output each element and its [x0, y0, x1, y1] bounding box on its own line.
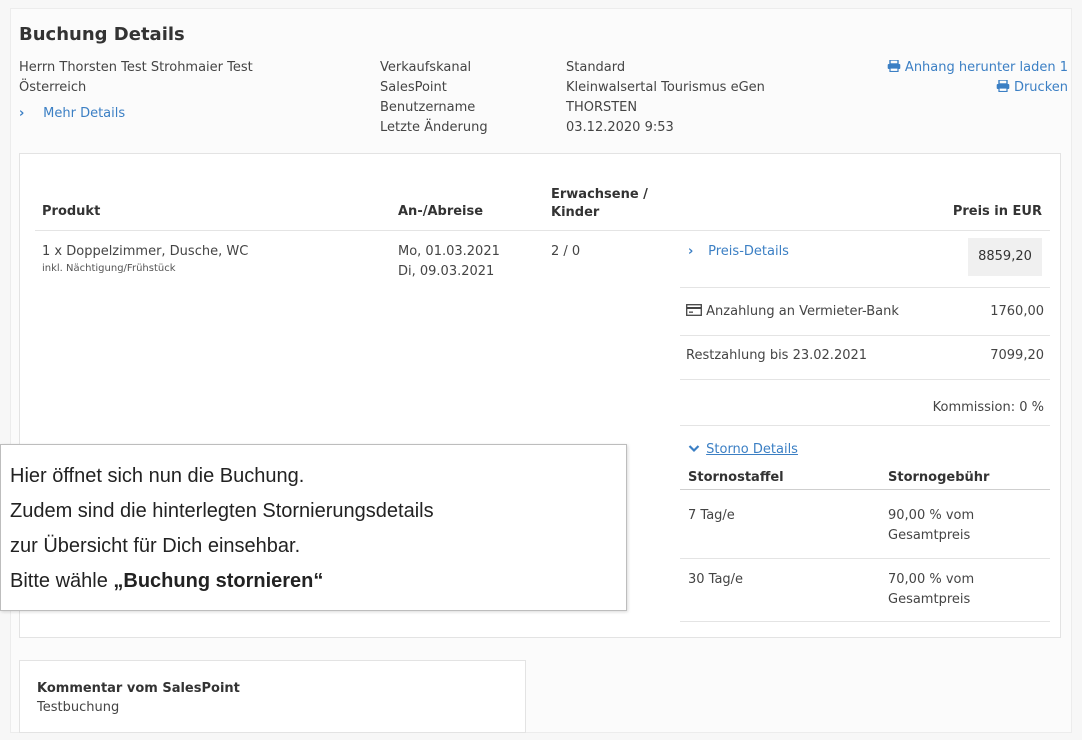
guests-cell: 2 / 0	[551, 244, 581, 259]
callout-line-4: Bitte wähle „Buchung stornieren“	[10, 570, 323, 593]
product-cell: 1 x Doppelzimmer, Dusche, WC inkl. Nächt…	[42, 244, 248, 274]
customer-name: Herrn Thorsten Test Strohmaier Test	[19, 60, 253, 75]
total-price: 8859,20	[968, 238, 1042, 276]
comment-title: Kommentar vom SalesPoint	[37, 681, 240, 696]
printer-icon	[887, 59, 901, 73]
storno-row-fee: 70,00 % vom Gesamtpreis	[888, 570, 974, 610]
departure-date: Di, 09.03.2021	[398, 264, 495, 279]
chevron-down-icon	[688, 445, 700, 453]
callout-line-2: Zudem sind die hinterlegten Stornierungs…	[10, 500, 434, 522]
print-link[interactable]: Drucken	[996, 78, 1068, 98]
col-header-guests: Erwachsene / Kinder	[551, 186, 648, 222]
comment-text: Testbuchung	[37, 700, 120, 715]
commission: Kommission: 0 %	[932, 400, 1044, 415]
comment-box: Kommentar vom SalesPoint Testbuchung	[19, 660, 526, 733]
deposit-row: Anzahlung an Vermieter-Bank	[686, 302, 899, 322]
divider	[680, 335, 1050, 336]
meta-values: Standard Kleinwalsertal Tourismus eGen T…	[566, 58, 765, 138]
download-attachment-link[interactable]: Anhang herunter laden 1	[887, 58, 1068, 78]
callout-line-3: zur Übersicht für Dich einsehbar.	[10, 535, 301, 557]
deposit-label: Anzahlung an Vermieter-Bank	[706, 304, 899, 319]
storno-col-header-stage: Stornostaffel	[688, 470, 784, 485]
meta-label-channel: Verkaufskanal	[380, 60, 472, 75]
header-divider	[35, 230, 1050, 231]
meta-label-last-change: Letzte Änderung	[380, 120, 488, 135]
download-label: Anhang herunter laden 1	[904, 60, 1068, 75]
rest-payment-value: 7099,20	[990, 348, 1044, 363]
chevron-right-icon: ›	[19, 106, 25, 121]
callout-line-4-bold: „Buchung stornieren“	[113, 570, 324, 592]
printer-icon	[996, 79, 1010, 93]
divider	[680, 379, 1050, 380]
meta-value-salespoint: Kleinwalsertal Tourismus eGen	[566, 80, 765, 95]
customer-country: Österreich	[19, 80, 87, 95]
storno-row-fee: 90,00 % vom Gesamtpreis	[888, 506, 974, 546]
meta-label-username: Benutzername	[380, 100, 476, 115]
price-details-link[interactable]: › Preis-Details	[688, 242, 789, 262]
callout-line-4-prefix: Bitte wähle	[10, 570, 114, 592]
col-header-product: Produkt	[42, 204, 101, 219]
storno-details-label: Storno Details	[706, 442, 798, 457]
dates-cell: Mo, 01.03.2021 Di, 09.03.2021	[398, 242, 500, 282]
divider	[680, 558, 1050, 559]
credit-card-icon	[686, 304, 702, 316]
print-label: Drucken	[1013, 80, 1068, 95]
callout-line-1: Hier öffnet sich nun die Buchung.	[10, 465, 305, 487]
customer-info: Herrn Thorsten Test Strohmaier Test Öste…	[19, 58, 253, 98]
col-header-guests-line2: Kinder	[551, 205, 600, 220]
chevron-right-icon: ›	[688, 244, 694, 259]
more-details-label: Mehr Details	[43, 106, 126, 121]
storno-fee-line2: Gesamtpreis	[888, 592, 971, 607]
meta-value-channel: Standard	[566, 60, 626, 75]
storno-row-days: 30 Tag/e	[688, 572, 744, 587]
meta-labels: Verkaufskanal SalesPoint Benutzername Le…	[380, 58, 488, 138]
storno-details-toggle[interactable]: Storno Details	[688, 440, 798, 460]
storno-row-days: 7 Tag/e	[688, 508, 735, 523]
divider	[680, 621, 1050, 622]
meta-label-salespoint: SalesPoint	[380, 80, 447, 95]
col-header-price: Preis in EUR	[952, 204, 1042, 219]
storno-fee-line2: Gesamtpreis	[888, 528, 971, 543]
storno-header-divider	[680, 489, 1050, 490]
tutorial-callout: Hier öffnet sich nun die Buchung. Zudem …	[0, 444, 627, 611]
col-header-dates: An-/Abreise	[398, 204, 484, 219]
more-details-link[interactable]: › Mehr Details	[19, 104, 125, 124]
storno-fee-line1: 70,00 % vom	[888, 572, 975, 587]
product-name: 1 x Doppelzimmer, Dusche, WC	[42, 244, 249, 259]
deposit-value: 1760,00	[990, 304, 1044, 319]
product-subtitle: inkl. Nächtigung/Frühstück	[42, 263, 176, 274]
meta-value-username: THORSTEN	[566, 100, 638, 115]
storno-col-header-fee: Stornogebühr	[888, 470, 990, 485]
rest-payment-label: Restzahlung bis 23.02.2021	[686, 348, 868, 363]
meta-value-last-change: 03.12.2020 9:53	[566, 120, 674, 135]
storno-fee-line1: 90,00 % vom	[888, 508, 975, 523]
divider	[680, 287, 1050, 288]
price-details-label: Preis-Details	[708, 244, 789, 259]
page-title: Buchung Details	[19, 24, 185, 45]
arrival-date: Mo, 01.03.2021	[398, 244, 500, 259]
col-header-guests-line1: Erwachsene /	[551, 187, 648, 202]
divider	[680, 425, 1050, 426]
